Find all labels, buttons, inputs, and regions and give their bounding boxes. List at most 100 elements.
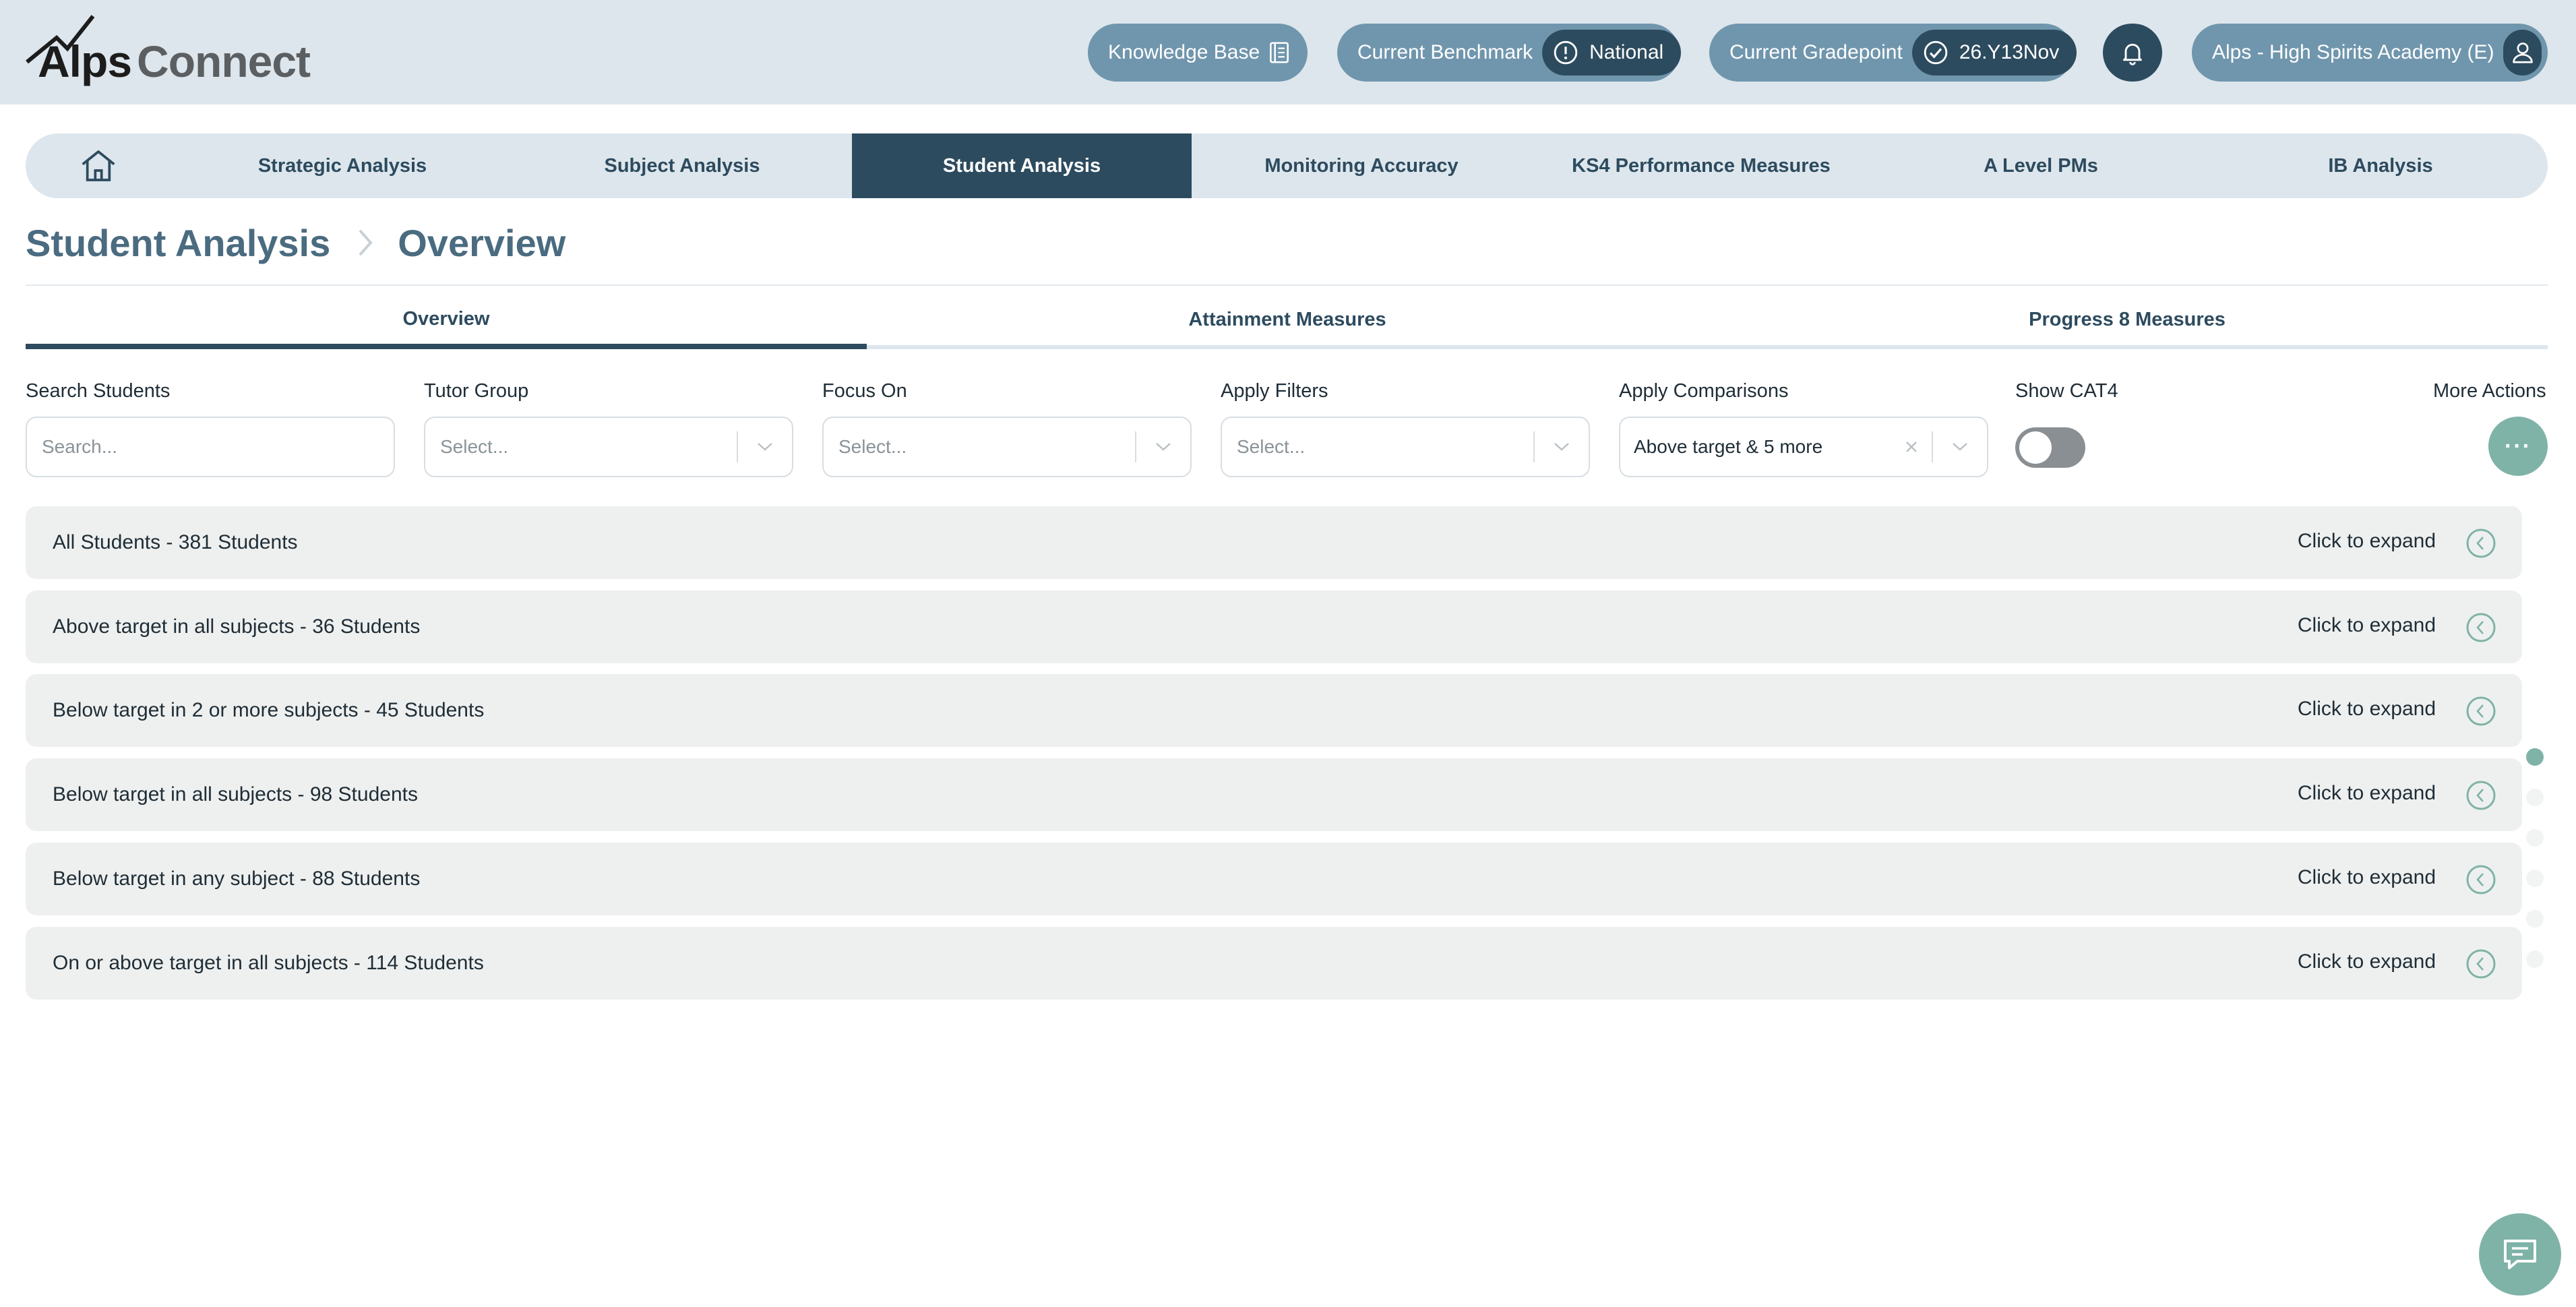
scroll-dot[interactable]	[2526, 910, 2544, 928]
school-account-menu[interactable]: Alps - High Spirits Academy (E)	[2192, 24, 2548, 82]
group-row[interactable]: Below target in all subjects - 98 Studen…	[26, 758, 2522, 831]
nav-subject-analysis[interactable]: Subject Analysis	[512, 133, 852, 198]
focus-on-select[interactable]: Select...	[822, 417, 1192, 477]
chevron-down-icon[interactable]	[1535, 441, 1589, 453]
expand-label[interactable]: Click to expand	[2298, 674, 2436, 744]
tab-overview[interactable]: Overview	[26, 294, 867, 349]
group-row[interactable]: Below target in any subject - 88 Student…	[26, 843, 2522, 915]
apply-comparisons-label: Apply Comparisons	[1619, 380, 1789, 402]
user-avatar[interactable]	[2503, 30, 2542, 75]
group-row[interactable]: Above target in all subjects - 36 Studen…	[26, 590, 2522, 663]
top-header: Alps Connect Knowledge Base Current Bench…	[0, 0, 2576, 104]
gradepoint-value: 26.Y13Nov	[1959, 41, 2060, 63]
more-actions-label: More Actions	[2433, 380, 2546, 402]
search-placeholder: Search...	[42, 436, 118, 457]
expand-chevron-icon[interactable]	[2465, 948, 2496, 979]
scroll-dot[interactable]	[2526, 829, 2544, 847]
scroll-dot[interactable]	[2526, 789, 2544, 806]
group-title: Below target in all subjects - 98 Studen…	[53, 783, 418, 806]
ellipsis-icon: ···	[2505, 433, 2532, 459]
breadcrumb-section[interactable]: Student Analysis	[26, 221, 330, 265]
expand-chevron-icon[interactable]	[2465, 780, 2496, 811]
apply-comparisons-value: Above target & 5 more	[1634, 436, 1823, 457]
tab-attainment-measures[interactable]: Attainment Measures	[867, 294, 1708, 349]
group-title: On or above target in all subjects - 114…	[53, 952, 484, 974]
notifications-button[interactable]	[2103, 24, 2162, 82]
expand-chevron-icon[interactable]	[2465, 528, 2496, 559]
search-students-input[interactable]: Search...	[26, 417, 395, 477]
tab-progress-8-measures[interactable]: Progress 8 Measures	[1707, 294, 2548, 349]
nav-monitoring-accuracy[interactable]: Monitoring Accuracy	[1192, 133, 1531, 198]
group-row[interactable]: Below target in 2 or more subjects - 45 …	[26, 674, 2522, 747]
chevron-down-icon[interactable]	[738, 441, 792, 453]
chat-icon	[2504, 1240, 2536, 1269]
alps-connect-logo[interactable]: Alps Connect	[26, 13, 311, 88]
school-name: Alps - High Spirits Academy (E)	[2212, 41, 2494, 63]
apply-filters-placeholder: Select...	[1237, 436, 1306, 457]
home-icon	[82, 150, 115, 181]
expand-chevron-icon[interactable]	[2465, 612, 2496, 643]
section-divider	[26, 284, 2548, 286]
chevron-down-icon[interactable]	[1933, 441, 1987, 453]
show-cat4-label: Show CAT4	[2015, 380, 2118, 402]
benchmark-value-chip[interactable]: National	[1542, 30, 1682, 75]
scroll-dot[interactable]	[2526, 870, 2544, 887]
nav-ks4-performance-measures[interactable]: KS4 Performance Measures	[1531, 133, 1871, 198]
breadcrumb: Student Analysis Overview	[26, 217, 565, 268]
logo-connect: Connect	[137, 36, 311, 86]
search-students-label: Search Students	[26, 380, 171, 402]
nav-a-level-pms[interactable]: A Level PMs	[1871, 133, 2211, 198]
group-title: Above target in all subjects - 36 Studen…	[53, 615, 421, 638]
apply-filters-select[interactable]: Select...	[1221, 417, 1590, 477]
main-nav: Strategic Analysis Subject Analysis Stud…	[26, 133, 2548, 198]
benchmark-value: National	[1589, 41, 1664, 63]
focus-on-label: Focus On	[822, 380, 907, 402]
tutor-group-select[interactable]: Select...	[424, 417, 793, 477]
logo-wordmark: Alps Connect	[38, 36, 311, 86]
group-title: Below target in any subject - 88 Student…	[53, 868, 421, 890]
scroll-dot[interactable]	[2526, 950, 2544, 968]
apply-filters-label: Apply Filters	[1221, 380, 1328, 402]
show-cat4-toggle[interactable]	[2015, 427, 2085, 468]
nav-strategic-analysis[interactable]: Strategic Analysis	[173, 133, 512, 198]
chat-button[interactable]	[2479, 1213, 2561, 1296]
scroll-position-dots	[2526, 748, 2545, 991]
gradepoint-label: Current Gradepoint	[1729, 41, 1903, 63]
user-icon	[2512, 42, 2533, 63]
nav-home[interactable]	[80, 148, 120, 183]
expand-label[interactable]: Click to expand	[2298, 758, 2436, 828]
group-row[interactable]: On or above target in all subjects - 114…	[26, 927, 2522, 1000]
logo-alps: Alps	[38, 36, 132, 86]
group-title: All Students - 381 Students	[53, 531, 298, 553]
current-gradepoint-selector[interactable]: Current Gradepoint 26.Y13Nov	[1709, 24, 2077, 82]
bell-icon	[2123, 43, 2142, 65]
expand-label[interactable]: Click to expand	[2298, 927, 2436, 997]
expand-chevron-icon[interactable]	[2465, 864, 2496, 895]
focus-on-placeholder: Select...	[838, 436, 907, 457]
alert-circle-icon	[1554, 40, 1578, 65]
chevron-down-icon[interactable]	[1136, 441, 1190, 453]
clear-icon[interactable]	[1891, 439, 1932, 454]
sub-tabs: Overview Attainment Measures Progress 8 …	[26, 294, 2548, 349]
knowledge-base-button[interactable]: Knowledge Base	[1088, 24, 1308, 82]
toggle-knob	[2019, 431, 2052, 464]
group-row[interactable]: All Students - 381 Students Click to exp…	[26, 506, 2522, 579]
benchmark-label: Current Benchmark	[1357, 41, 1533, 63]
nav-student-analysis[interactable]: Student Analysis	[852, 133, 1192, 198]
expand-label[interactable]: Click to expand	[2298, 506, 2436, 576]
expand-label[interactable]: Click to expand	[2298, 590, 2436, 661]
knowledge-base-label: Knowledge Base	[1108, 41, 1260, 63]
group-title: Below target in 2 or more subjects - 45 …	[53, 699, 485, 721]
chevron-right-icon	[352, 225, 379, 260]
more-actions-button[interactable]: ···	[2488, 417, 2548, 476]
expand-chevron-icon[interactable]	[2465, 696, 2496, 727]
current-benchmark-selector[interactable]: Current Benchmark National	[1337, 24, 1682, 82]
tutor-group-label: Tutor Group	[424, 380, 529, 402]
scroll-dot[interactable]	[2526, 748, 2544, 766]
tutor-group-placeholder: Select...	[440, 436, 509, 457]
expand-label[interactable]: Click to expand	[2298, 843, 2436, 913]
breadcrumb-page: Overview	[398, 221, 566, 264]
gradepoint-value-chip[interactable]: 26.Y13Nov	[1911, 30, 2077, 75]
nav-ib-analysis[interactable]: IB Analysis	[2211, 133, 2550, 198]
apply-comparisons-select[interactable]: Above target & 5 more	[1619, 417, 1988, 477]
